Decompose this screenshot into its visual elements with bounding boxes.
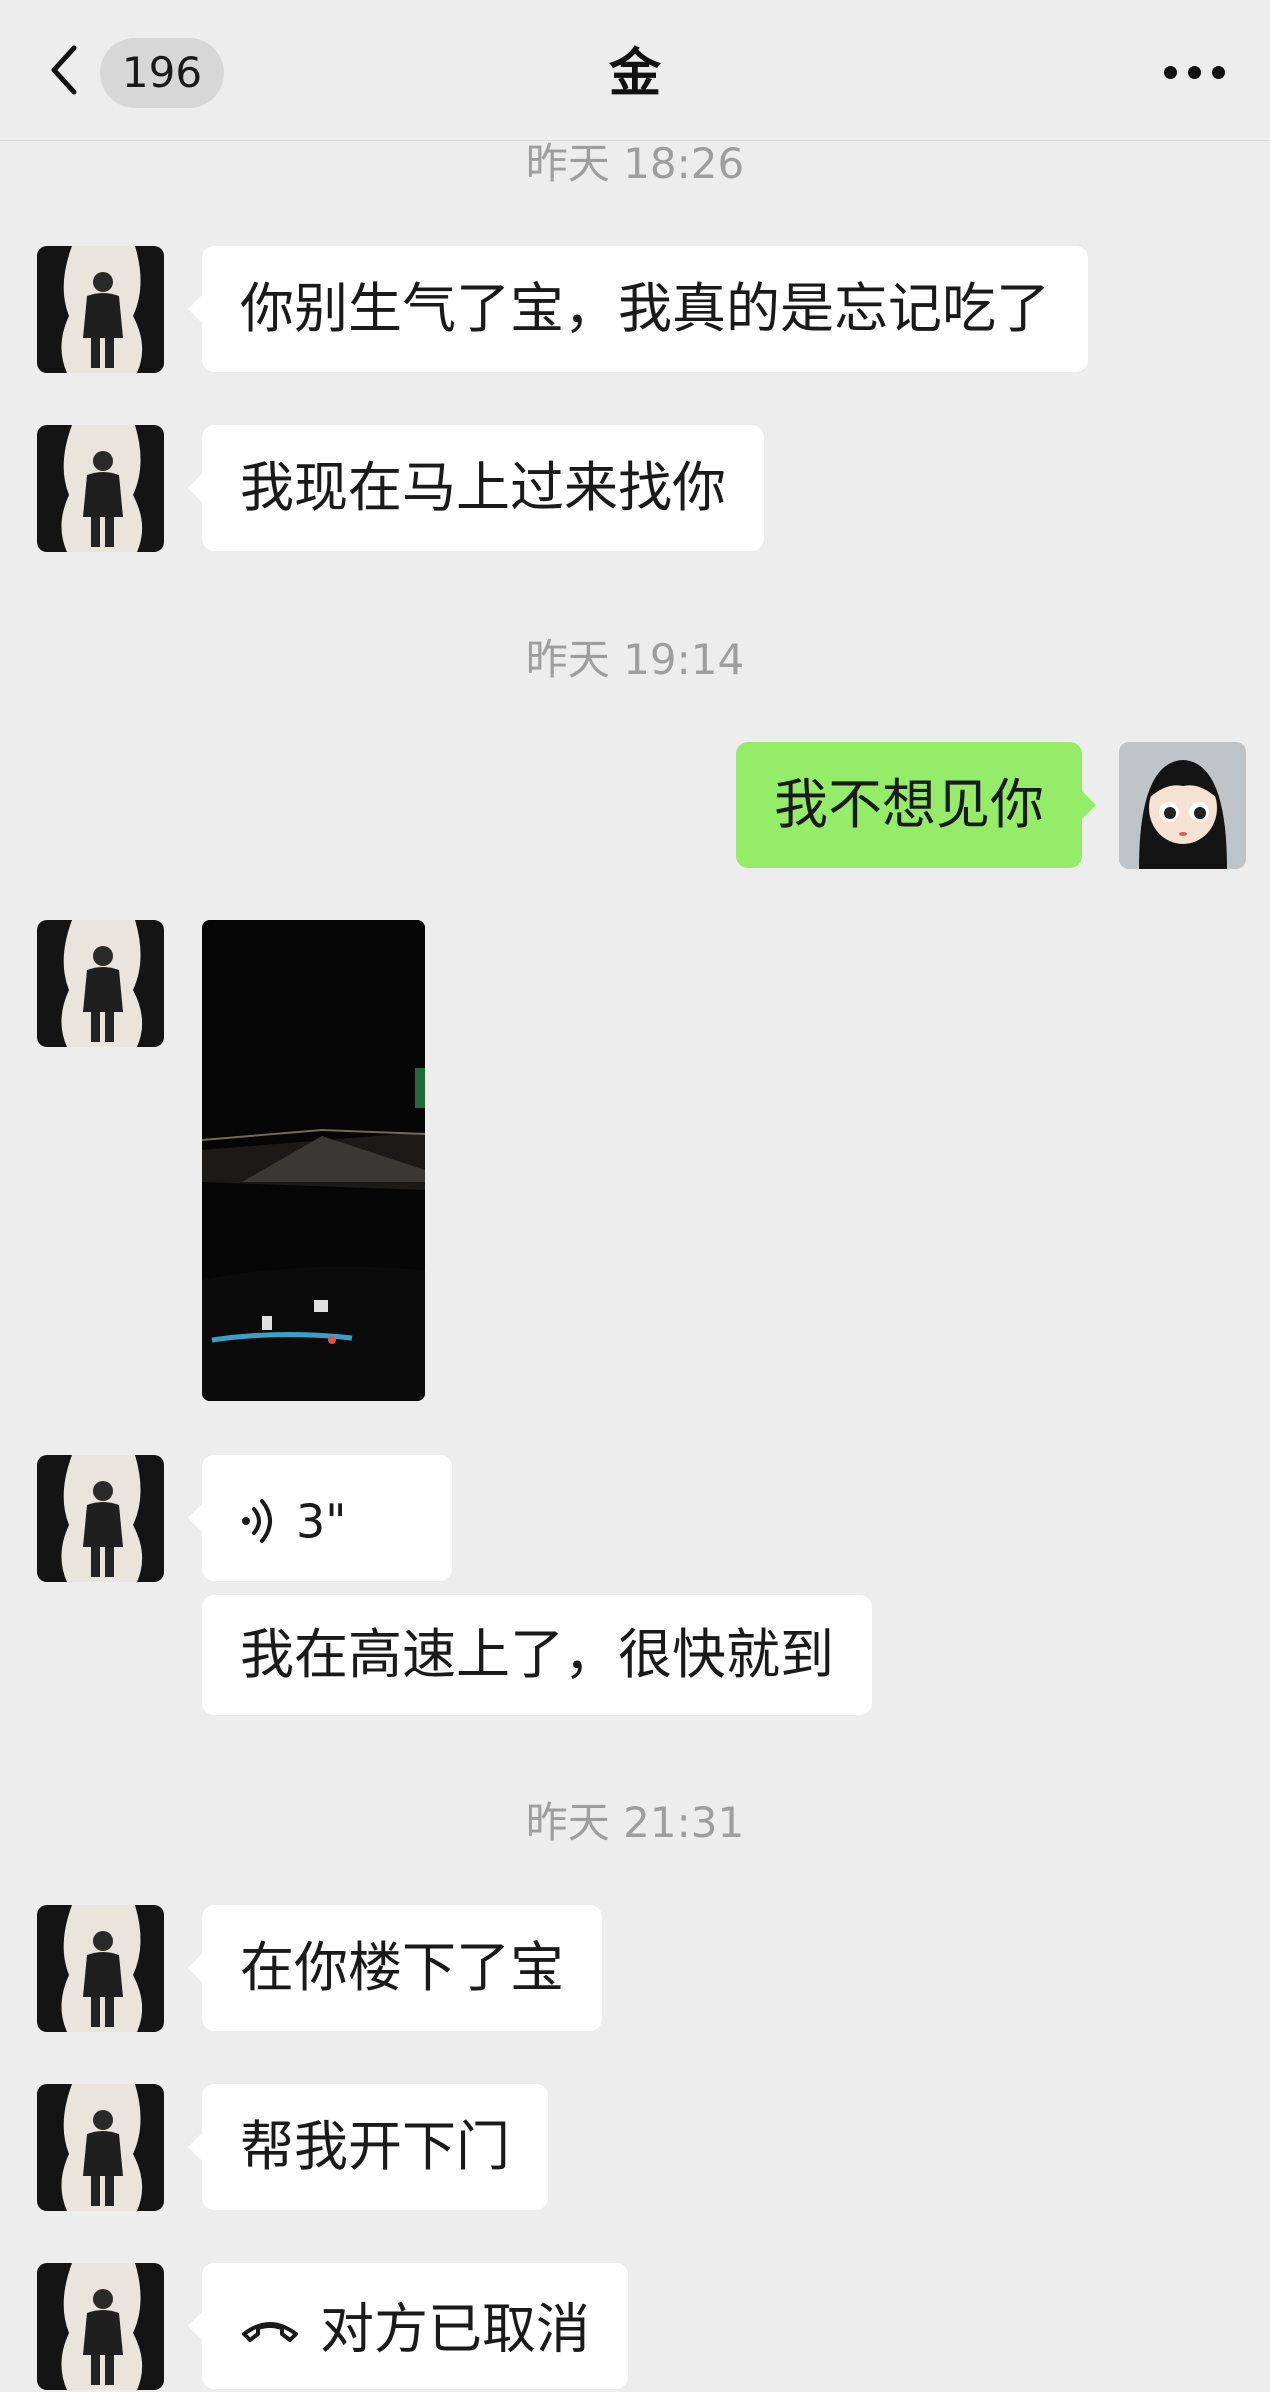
chat-title: 金 bbox=[608, 44, 661, 104]
contact-avatar[interactable] bbox=[37, 2084, 164, 2211]
message-bubble[interactable]: 我在高速上了，很快就到 bbox=[202, 1595, 872, 1715]
contact-avatar-image bbox=[37, 2084, 164, 2211]
contact-avatar[interactable] bbox=[37, 920, 164, 1047]
voice-message-bubble[interactable]: 3" bbox=[188, 1455, 452, 1581]
my-avatar[interactable] bbox=[1119, 742, 1246, 869]
phone-hangup-icon bbox=[242, 2322, 298, 2343]
my-message-bubble[interactable]: 我不想见你 bbox=[736, 742, 1096, 868]
ellipsis-icon bbox=[1164, 66, 1177, 79]
call-record-bubble[interactable]: 对方已取消 bbox=[188, 2263, 628, 2389]
call-status-text: 对方已取消 bbox=[320, 2297, 590, 2361]
back-button[interactable] bbox=[44, 40, 84, 100]
more-options-button[interactable] bbox=[1160, 50, 1230, 90]
contact-avatar-image bbox=[37, 920, 164, 1047]
night-highway-video-thumbnail bbox=[202, 920, 425, 1401]
timestamp: 昨天 21:31 bbox=[525, 1798, 745, 1847]
contact-avatar-image bbox=[37, 2263, 164, 2390]
video-message-thumbnail[interactable] bbox=[202, 920, 425, 1401]
message-bubble[interactable]: 帮我开下门 bbox=[188, 2084, 548, 2210]
timestamp: 昨天 19:14 bbox=[525, 635, 745, 684]
chat-header: 196 金 bbox=[0, 0, 1270, 141]
message-bubble[interactable]: 在你楼下了宝 bbox=[188, 1905, 602, 2031]
contact-avatar-image bbox=[37, 1905, 164, 2032]
contact-avatar[interactable] bbox=[37, 2263, 164, 2390]
timestamp: 昨天 18:26 bbox=[525, 139, 745, 188]
chevron-left-icon bbox=[51, 45, 77, 95]
contact-avatar[interactable] bbox=[37, 246, 164, 373]
contact-avatar-image bbox=[37, 425, 164, 552]
contact-avatar[interactable] bbox=[37, 425, 164, 552]
contact-avatar[interactable] bbox=[37, 1905, 164, 2032]
cartoon-girl-avatar-image bbox=[1119, 742, 1246, 869]
message-bubble[interactable]: 你别生气了宝，我真的是忘记吃了 bbox=[188, 246, 1088, 372]
contact-avatar[interactable] bbox=[37, 1455, 164, 1582]
unread-count-badge[interactable]: 196 bbox=[100, 38, 224, 108]
contact-avatar-image bbox=[37, 1455, 164, 1582]
message-bubble[interactable]: 我现在马上过来找你 bbox=[188, 425, 764, 551]
contact-avatar-image bbox=[37, 246, 164, 373]
voice-duration: 3" bbox=[296, 1494, 347, 1549]
voice-wave-icon bbox=[242, 1499, 272, 1544]
